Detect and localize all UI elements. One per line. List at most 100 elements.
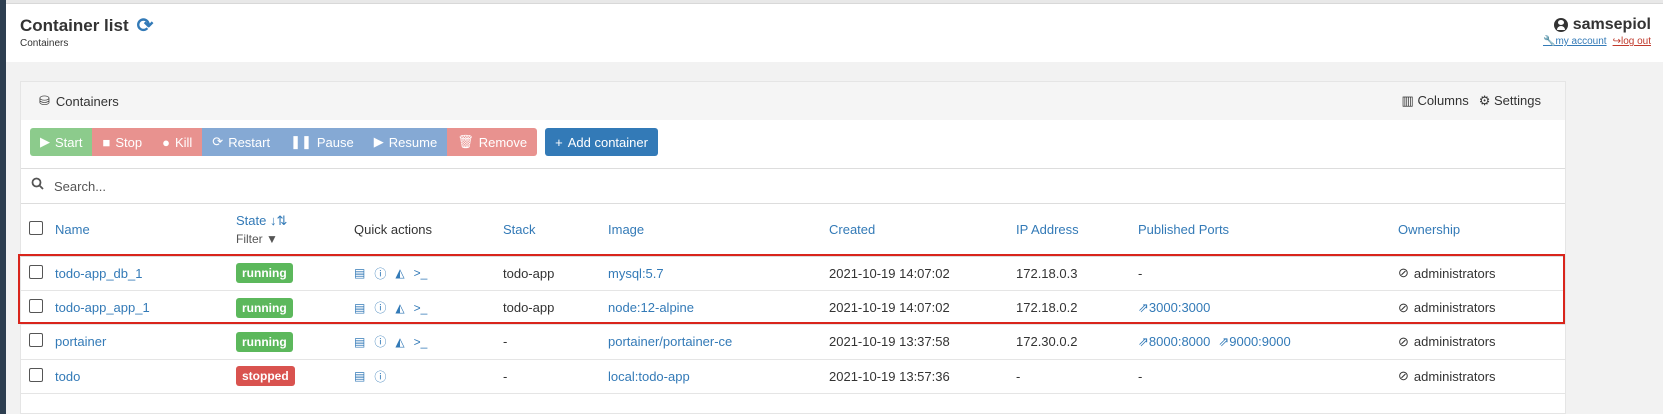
resume-button[interactable]: ▶ Resume: [363, 128, 448, 156]
column-ip[interactable]: IP Address: [1016, 204, 1138, 256]
add-container-button[interactable]: + Add container: [545, 128, 658, 156]
info-icon[interactable]: ⓘ: [374, 265, 386, 282]
port-link[interactable]: ⇗8000:8000: [1138, 334, 1210, 349]
logout-link[interactable]: ↪log out: [1613, 36, 1651, 47]
status-badge: stopped: [236, 366, 295, 387]
stack-cell: todo-app: [503, 265, 555, 281]
bomb-icon: ●: [162, 134, 170, 150]
quick-actions: ▤ ⓘ ◭ >_: [354, 299, 503, 316]
state-filter[interactable]: Filter ▼: [236, 232, 354, 246]
my-account-link[interactable]: 🔧my account: [1543, 36, 1607, 47]
stop-icon: ■: [102, 134, 111, 150]
refresh-icon[interactable]: ⟳: [137, 16, 154, 36]
ports-cell: ⇗8000:8000 ⇗9000:9000: [1138, 325, 1398, 359]
ownership-cell: ⊘ administrators: [1398, 333, 1496, 350]
gear-icon: ⚙: [1478, 93, 1491, 108]
refresh-icon: ⟳: [212, 134, 224, 149]
column-image[interactable]: Image: [608, 204, 829, 256]
ip-cell: 172.18.0.2: [1016, 300, 1078, 316]
table-row: portainer running ▤ ⓘ ◭ >_ - portainer/port…: [21, 325, 1565, 360]
column-stack[interactable]: Stack: [503, 204, 608, 256]
panel-title: ⛁ Containers: [39, 93, 119, 109]
image-link[interactable]: portainer/portainer-ce: [608, 334, 732, 349]
chart-icon[interactable]: ◭: [395, 301, 404, 315]
container-name-link[interactable]: todo-app_db_1: [55, 266, 142, 281]
panel-tools: ▥ Columns ⚙ Settings: [1402, 93, 1541, 109]
terminal-icon[interactable]: >_: [414, 335, 428, 349]
image-link[interactable]: node:12-alpine: [608, 300, 694, 315]
row-checkbox[interactable]: [29, 299, 43, 314]
kill-button[interactable]: ● Kill: [152, 128, 203, 156]
select-all-checkbox[interactable]: [29, 221, 43, 236]
restart-button[interactable]: ⟳ Restart: [202, 128, 281, 156]
start-button[interactable]: ▶ Start: [30, 128, 93, 156]
user-menu: samsepiol 🔧my account ↪log out: [1543, 16, 1651, 47]
column-ownership[interactable]: Ownership: [1398, 204, 1565, 256]
ip-cell: 172.18.0.3: [1016, 265, 1078, 281]
stack-cell: todo-app: [503, 300, 555, 316]
wrench-icon: 🔧: [1542, 36, 1556, 47]
image-link[interactable]: mysql:5.7: [608, 266, 664, 281]
row-checkbox[interactable]: [29, 367, 43, 382]
column-state[interactable]: State ↓⇅ Filter ▼: [236, 204, 354, 256]
signout-icon: ↪: [1612, 36, 1621, 47]
eye-slash-icon: ⊘: [1398, 333, 1409, 349]
container-name-link[interactable]: portainer: [55, 334, 106, 349]
stop-button[interactable]: ■ Stop: [92, 128, 153, 156]
user-icon: [1553, 18, 1568, 32]
created-cell: 2021-10-19 14:07:02: [829, 300, 950, 316]
created-cell: 2021-10-19 13:37:58: [829, 334, 950, 350]
ip-cell: 172.30.0.2: [1016, 334, 1078, 350]
port-link[interactable]: ⇗9000:9000: [1218, 334, 1290, 349]
ownership-cell: ⊘ administrators: [1398, 265, 1496, 281]
external-link-icon: ⇗: [1138, 333, 1149, 349]
ip-cell: -: [1016, 368, 1021, 384]
pause-icon: ❚❚: [290, 134, 312, 149]
column-created[interactable]: Created: [829, 204, 1016, 256]
page-title: Container list ⟳: [20, 16, 153, 36]
filter-icon: ▼: [266, 232, 278, 247]
settings-button[interactable]: ⚙ Settings: [1479, 93, 1541, 109]
table-row: todo-app_db_1 running ▤ ⓘ ◭ >_ todo-app mys…: [21, 256, 1565, 291]
stack-cell: -: [503, 334, 508, 350]
chart-icon[interactable]: ◭: [395, 335, 404, 349]
columns-button[interactable]: ▥ Columns: [1402, 93, 1469, 109]
username: samsepiol: [1572, 16, 1651, 33]
page-title-text: Container list: [20, 16, 129, 35]
terminal-icon[interactable]: >_: [414, 266, 428, 280]
container-name-link[interactable]: todo: [55, 369, 80, 384]
sidebar-edge: [0, 0, 6, 414]
containers-panel: ⛁ Containers ▥ Columns ⚙ Settings ▶ Start…: [20, 81, 1566, 414]
row-checkbox[interactable]: [29, 333, 43, 348]
chart-icon[interactable]: ◭: [395, 266, 404, 280]
info-icon[interactable]: ⓘ: [374, 299, 386, 316]
stack-cell: -: [503, 368, 508, 384]
eye-slash-icon: ⊘: [1398, 299, 1409, 315]
search-input[interactable]: [54, 178, 454, 194]
file-icon[interactable]: ▤: [354, 266, 365, 280]
container-name-link[interactable]: todo-app_app_1: [55, 300, 150, 315]
file-icon[interactable]: ▤: [354, 335, 365, 349]
table-header-row: Name State ↓⇅ Filter ▼ Quick actions Sta…: [21, 204, 1565, 256]
column-ports[interactable]: Published Ports: [1138, 204, 1398, 256]
terminal-icon[interactable]: >_: [414, 301, 428, 315]
file-icon[interactable]: ▤: [354, 301, 365, 315]
column-name[interactable]: Name: [55, 204, 236, 256]
port-link[interactable]: ⇗3000:3000: [1138, 300, 1210, 315]
row-checkbox[interactable]: [29, 264, 43, 279]
play-icon: ▶: [373, 134, 384, 149]
image-link[interactable]: local:todo-app: [608, 369, 690, 384]
page-header: Container list ⟳ Containers samsepiol 🔧m…: [6, 4, 1663, 62]
ports-cell: -: [1138, 368, 1143, 384]
remove-button[interactable]: 🗑 Remove: [447, 128, 538, 156]
quick-actions: ▤ ⓘ: [354, 368, 503, 385]
table-row: todo-app_app_1 running ▤ ⓘ ◭ >_ todo-app no…: [21, 290, 1565, 325]
columns-icon: ▥: [1401, 93, 1414, 108]
column-quick-actions: Quick actions: [354, 222, 433, 238]
file-icon[interactable]: ▤: [354, 369, 365, 383]
info-icon[interactable]: ⓘ: [374, 368, 386, 385]
info-icon[interactable]: ⓘ: [374, 333, 386, 350]
external-link-icon: ⇗: [1138, 299, 1149, 315]
breadcrumb: Containers: [20, 38, 69, 49]
pause-button[interactable]: ❚❚ Pause: [280, 128, 364, 156]
